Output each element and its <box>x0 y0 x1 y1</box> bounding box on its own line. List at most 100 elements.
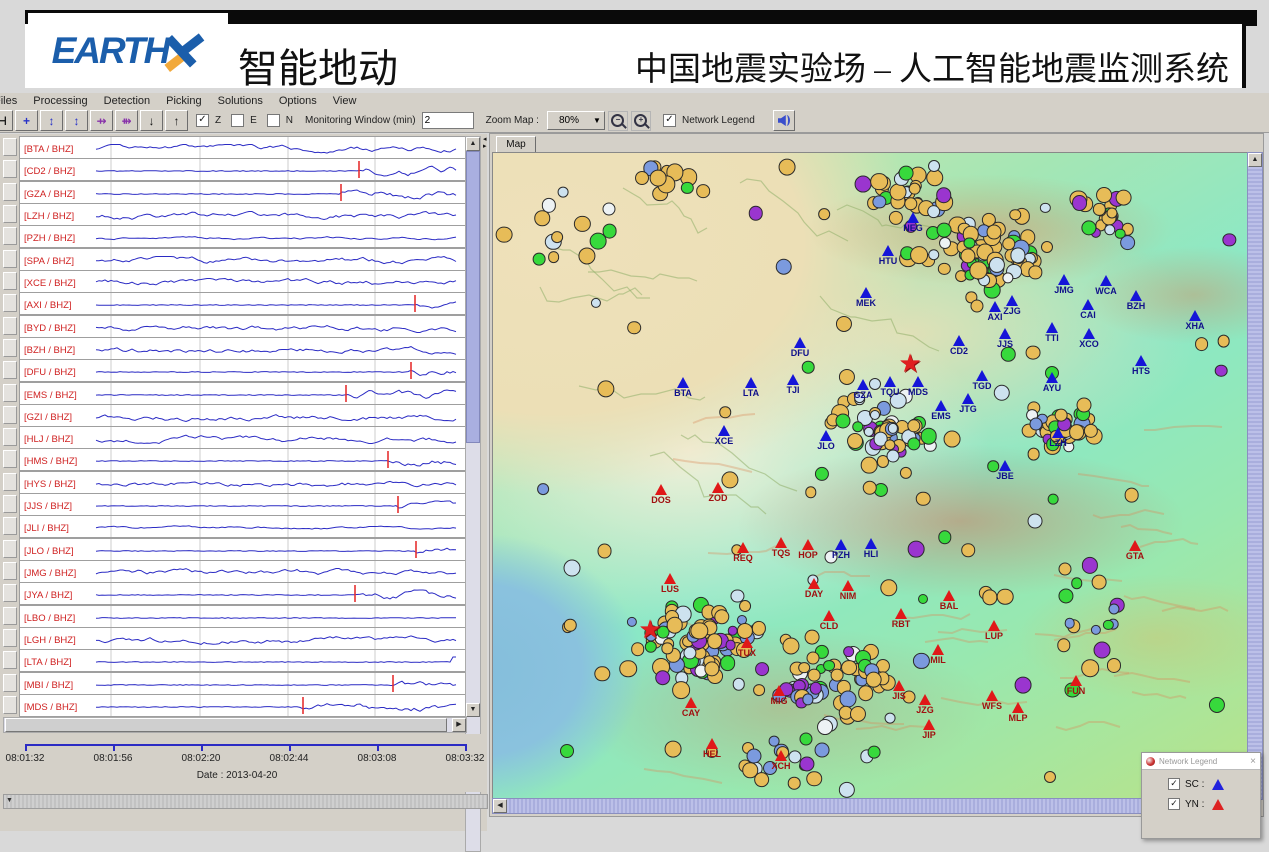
channel-checkbox-z[interactable]: ✓ <box>196 114 209 127</box>
map-vertical-scrollbar[interactable]: ▲ <box>1247 152 1263 800</box>
trace-row-lghbhz[interactable]: [LGH / BHZ] <box>19 627 466 650</box>
menu-item-detection[interactable]: Detection <box>104 95 150 107</box>
station-yn-jis <box>893 680 905 691</box>
app-window: EARTH 智能地动 中国地震实验场 – 人工智能地震监测系统 FilesPro… <box>0 0 1269 831</box>
amp-increase-button[interactable]: ↕ <box>40 110 63 131</box>
station-yn-mig <box>773 685 785 696</box>
scroll-left-icon[interactable]: ◀ <box>493 799 507 813</box>
svg-text:[LTA / BHZ]: [LTA / BHZ] <box>24 657 72 668</box>
compress-traces-button[interactable]: ⇸ <box>90 110 113 131</box>
zoom-map-dropdown[interactable]: 80%▼ <box>547 111 605 130</box>
trace-row-bzhbhz[interactable]: [BZH / BHZ] <box>19 337 466 360</box>
trace-row-jyabhz[interactable]: [JYA / BHZ] <box>19 582 466 605</box>
trace-row-dfubhz[interactable]: [DFU / BHZ] <box>19 359 466 382</box>
trace-row-emsbhz[interactable]: [EMS / BHZ] <box>19 382 466 405</box>
station-label: HLI <box>864 549 879 559</box>
trace-row-btabhz[interactable]: [BTA / BHZ] <box>19 136 466 159</box>
trace-row-hmsbhz[interactable]: [HMS / BHZ] <box>19 448 466 471</box>
trace-row-gzibhz[interactable]: [GZI / BHZ] <box>19 404 466 427</box>
trace-row-bydbhz[interactable]: [BYD / BHZ] <box>19 315 466 338</box>
crosshair-button[interactable]: + <box>15 110 38 131</box>
channel-checkbox-e[interactable] <box>231 114 244 127</box>
sound-button[interactable] <box>773 110 795 131</box>
station-label: HOP <box>798 550 818 560</box>
bottom-scrollbar[interactable]: ▼ <box>3 794 488 809</box>
axis-tick-label: 08:03:32 <box>446 753 485 764</box>
event-marker <box>799 662 811 674</box>
axis-tick-label: 08:01:32 <box>6 753 45 764</box>
trace-row-hljbhz[interactable]: [HLJ / BHZ] <box>19 426 466 449</box>
move-up-button[interactable]: ↑ <box>165 110 188 131</box>
row-gutter-cell <box>3 651 17 669</box>
menu-item-view[interactable]: View <box>333 95 357 107</box>
channel-checkbox-n[interactable] <box>267 114 280 127</box>
row-gutter-cell <box>3 361 17 379</box>
trace-row-lzhbhz[interactable]: [LZH / BHZ] <box>19 203 466 226</box>
event-marker <box>1027 448 1040 461</box>
trace-row-axibhz[interactable]: [AXI / BHZ] <box>19 292 466 315</box>
station-sc-lta <box>745 377 757 388</box>
close-icon[interactable]: × <box>1250 756 1256 767</box>
zoom-out-button[interactable]: − <box>608 111 628 131</box>
station-label: ZJG <box>1003 306 1021 316</box>
waveform-hscroll-thumb[interactable] <box>5 718 447 732</box>
scroll-up-icon[interactable]: ▲ <box>1248 153 1262 167</box>
station-label: TGD <box>973 381 992 391</box>
trace-row-hysbhz[interactable]: [HYS / BHZ] <box>19 471 466 494</box>
scroll-down-icon[interactable]: ▼ <box>466 703 480 717</box>
event-marker <box>939 237 951 249</box>
event-marker <box>802 361 815 374</box>
scroll-up-icon[interactable]: ▲ <box>466 137 480 151</box>
station-label: LUS <box>661 584 679 594</box>
row-gutter-cell <box>3 473 17 491</box>
trace-row-ltabhz[interactable]: [LTA / BHZ] <box>19 649 466 672</box>
menu-item-files[interactable]: Files <box>0 95 17 107</box>
trace-row-mbibhz[interactable]: [MBI / BHZ] <box>19 672 466 695</box>
trace-row-cd2bhz[interactable]: [CD2 / BHZ] <box>19 158 466 181</box>
amp-decrease-button[interactable]: ↕ <box>65 110 88 131</box>
event-marker <box>732 678 745 691</box>
map-horizontal-scrollbar[interactable]: ◀ <box>492 798 1249 814</box>
monitoring-window-input[interactable] <box>422 112 474 129</box>
legend-checkbox[interactable]: ✓ <box>1168 798 1180 810</box>
trace-row-jmgbhz[interactable]: [JMG / BHZ] <box>19 560 466 583</box>
splitter-arrows-icon[interactable]: ◂▸ <box>483 136 487 150</box>
event-marker <box>1109 603 1120 614</box>
expand-traces-button[interactable]: ⇻ <box>115 110 138 131</box>
network-legend-checkbox[interactable]: ✓ <box>663 114 676 127</box>
menu-item-processing[interactable]: Processing <box>33 95 87 107</box>
scroll-right-icon[interactable]: ▶ <box>452 718 466 732</box>
scroll-nub-icon[interactable]: ▼ <box>6 797 13 804</box>
waveform-vscroll-thumb[interactable] <box>466 151 480 443</box>
trace-row-jlibhz[interactable]: [JLI / BHZ] <box>19 515 466 538</box>
menu-item-solutions[interactable]: Solutions <box>218 95 263 107</box>
trace-row-jjsbhz[interactable]: [JJS / BHZ] <box>19 493 466 516</box>
speaker-icon <box>778 114 790 127</box>
trace-row-spabhz[interactable]: [SPA / BHZ] <box>19 248 466 271</box>
event-marker <box>1041 241 1053 253</box>
trace-row-xcebhz[interactable]: [XCE / BHZ] <box>19 270 466 293</box>
legend-titlebar[interactable]: Network Legend × <box>1142 753 1260 770</box>
row-gutter-cell <box>3 294 17 312</box>
station-sc-jmg <box>1058 274 1070 285</box>
chevron-down-icon[interactable]: ▼ <box>590 116 604 125</box>
waveform-horizontal-scrollbar[interactable]: ▶ <box>3 717 467 733</box>
station-sc-tgd <box>976 370 988 381</box>
map-content[interactable]: NEGHTUMEKDFUBTALTATJIGZATQUMDSCD2JJSZJGA… <box>492 152 1248 800</box>
trace-row-pzhbhz[interactable]: [PZH / BHZ] <box>19 225 466 248</box>
move-down-button[interactable]: ↓ <box>140 110 163 131</box>
cut-button[interactable]: ⊣ <box>0 110 13 131</box>
trace-row-mdsbhz[interactable]: [MDS / BHZ] <box>19 694 466 717</box>
trace-row-jlobhz[interactable]: [JLO / BHZ] <box>19 538 466 561</box>
trace-row-lbobhz[interactable]: [LBO / BHZ] <box>19 605 466 628</box>
menu-item-picking[interactable]: Picking <box>166 95 201 107</box>
station-label: TUX <box>738 648 756 658</box>
menu-item-options[interactable]: Options <box>279 95 317 107</box>
trace-row-gzabhz[interactable]: [GZA / BHZ] <box>19 181 466 204</box>
legend-checkbox[interactable]: ✓ <box>1168 778 1180 790</box>
station-yn-hop <box>802 539 814 550</box>
zoom-in-button[interactable]: + <box>631 111 651 131</box>
station-label: TTI <box>1045 333 1059 343</box>
network-legend-label: Network Legend <box>682 115 755 126</box>
event-marker <box>815 742 830 757</box>
